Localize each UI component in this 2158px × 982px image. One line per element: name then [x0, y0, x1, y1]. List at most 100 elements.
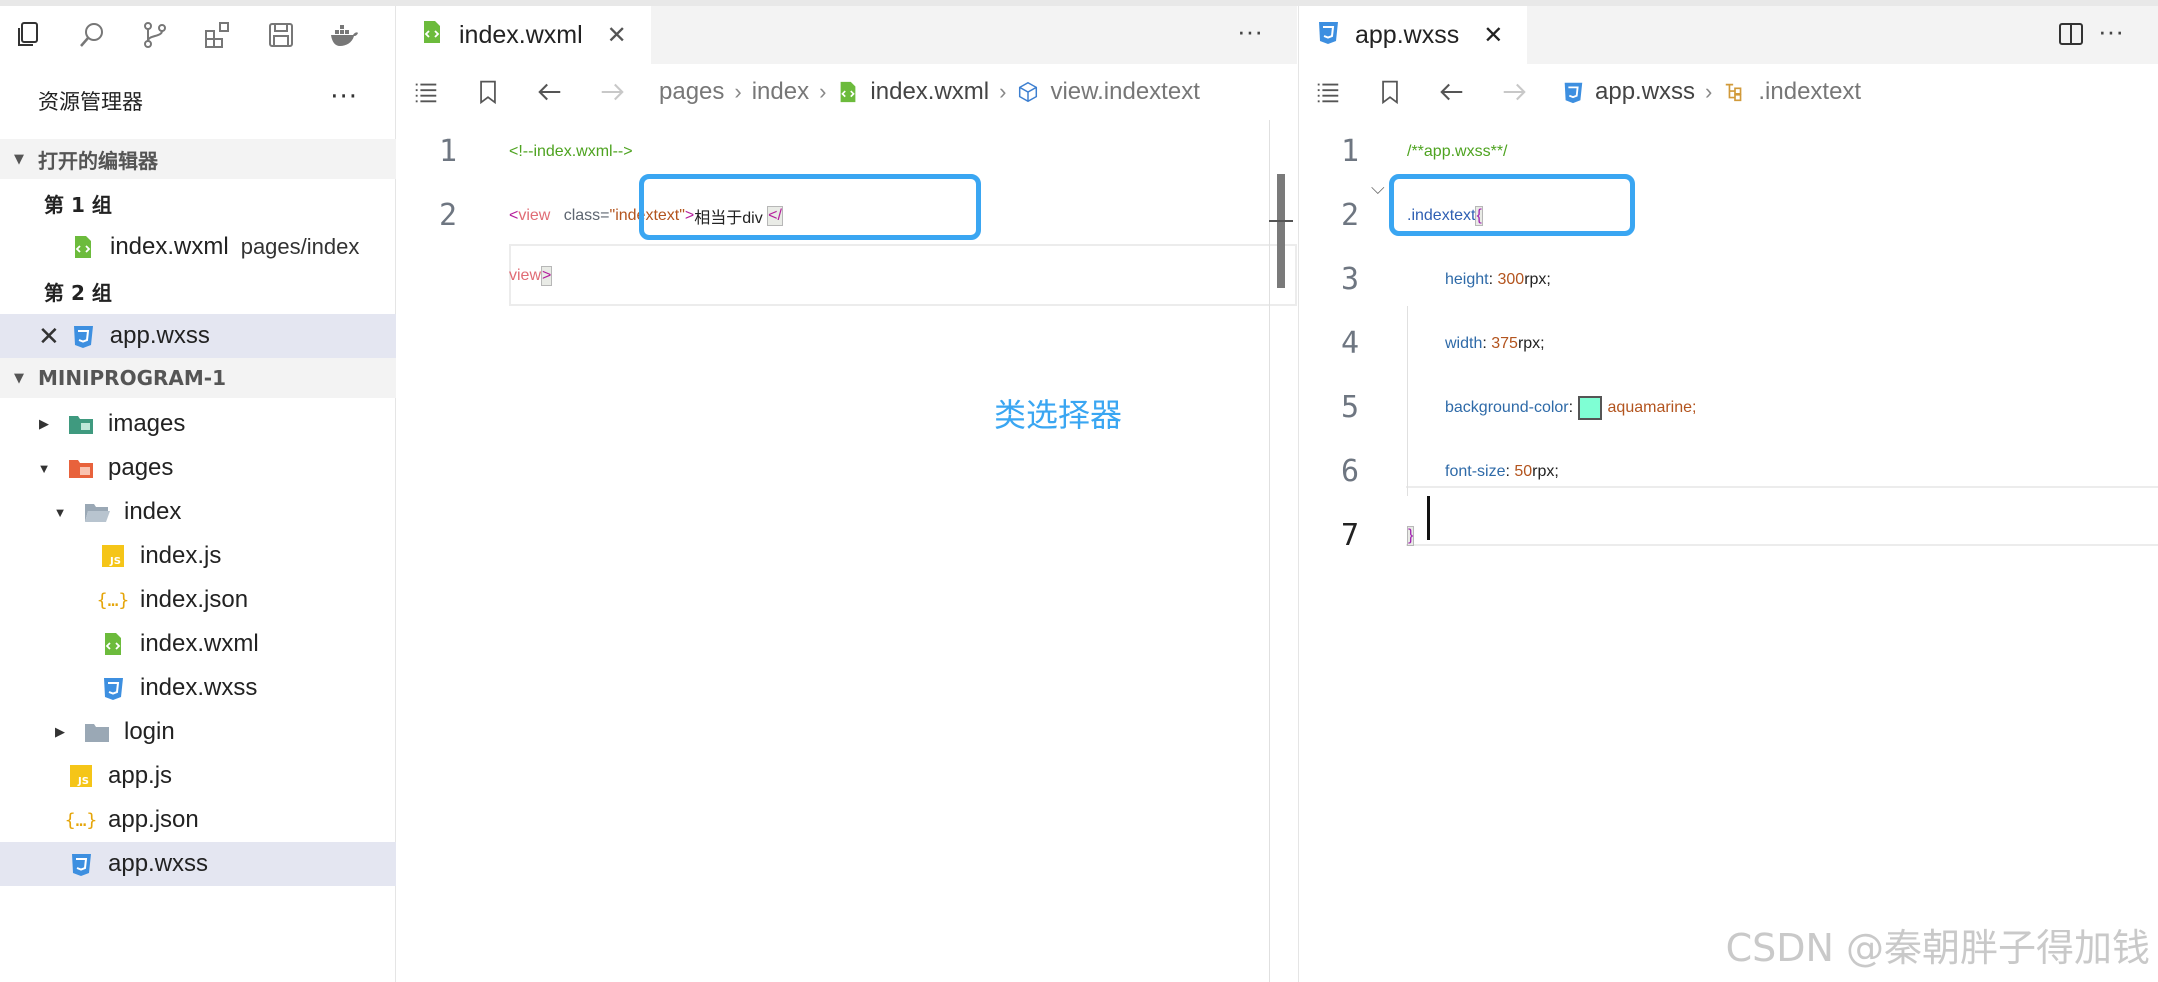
overview-ruler-mark [1269, 220, 1293, 222]
editor-divider [1269, 120, 1270, 982]
breadcrumb: pages › index › index.wxml › view.indext… [397, 64, 1297, 120]
json-file-icon: {…} [64, 809, 98, 831]
tree-item-label: images [108, 410, 186, 437]
arrow-right-icon[interactable] [597, 77, 627, 107]
outline-icon[interactable] [411, 77, 441, 107]
code-token: width [1445, 335, 1483, 352]
tree-item-app-json[interactable]: {…} app.json [0, 798, 396, 842]
split-editor-icon[interactable] [2058, 22, 2084, 46]
tree-item-label: index.wxml [140, 630, 259, 657]
code-line-4[interactable]: width: 375 rpx; [1445, 312, 1545, 376]
project-section[interactable]: ▼ MINIPROGRAM-1 [0, 358, 396, 398]
code-token: : [1488, 271, 1498, 288]
code-line-7[interactable]: } [1407, 504, 1415, 568]
tree-item-login[interactable]: ▶ login [0, 710, 396, 754]
source-control-icon[interactable] [140, 20, 170, 50]
breadcrumb-item[interactable]: .indextext [1758, 78, 1861, 106]
code-comment: /**app.wxss**/ [1407, 143, 1508, 160]
folder-open-icon [84, 499, 110, 525]
code-line-2-wrap[interactable]: view > [509, 244, 553, 308]
tab-app-wxss[interactable]: app.wxss ✕ [1299, 6, 1528, 64]
tree-item-app-wxss[interactable]: app.wxss [0, 842, 396, 886]
search-icon[interactable] [77, 20, 107, 50]
code-token: 375 [1491, 335, 1518, 352]
image-folder-icon [68, 411, 94, 437]
chevron-down-icon: ▼ [14, 151, 24, 167]
close-icon[interactable]: ✕ [1483, 21, 1503, 50]
group2-label: 第 2 组 [44, 280, 112, 305]
code-token: : [1482, 335, 1492, 352]
code-line-1[interactable]: <!--index.wxml--> [509, 120, 633, 184]
tree-item-label: index [124, 498, 182, 525]
js-file-icon: JS [100, 543, 126, 569]
wxml-file-icon [419, 19, 445, 52]
code-token: class= [563, 207, 610, 224]
color-swatch[interactable] [1577, 396, 1602, 420]
save-icon[interactable] [266, 20, 296, 50]
line-number: 7 [1340, 518, 1359, 553]
tree-item-label: app.wxss [108, 850, 209, 877]
line-number: 6 [1340, 454, 1359, 489]
tree-item-label: index.js [140, 542, 222, 569]
tree-item-index-js[interactable]: JS index.js [0, 534, 396, 578]
tree-item-index-folder[interactable]: ▼ index [0, 490, 396, 534]
bookmark-icon[interactable] [1375, 77, 1405, 107]
arrow-right-icon[interactable] [1499, 77, 1529, 107]
code-token: rpx; [1517, 335, 1545, 352]
tree-item-app-js[interactable]: JS app.js [0, 754, 396, 798]
chevron-down-icon[interactable]: ⌵ [1371, 178, 1385, 199]
wxss-file-icon [70, 323, 96, 349]
editor-more-button[interactable]: ··· [2098, 16, 2124, 47]
js-file-icon: JS [68, 763, 94, 789]
breadcrumb-item[interactable]: pages [659, 78, 724, 106]
bookmark-icon[interactable] [473, 77, 503, 107]
indent-guide [1407, 306, 1408, 496]
wxml-file-icon [836, 80, 860, 104]
wxss-file-icon [100, 675, 126, 701]
tree-item-images[interactable]: ▶ images [0, 402, 396, 446]
open-editor-index-wxml[interactable]: index.wxml pages/index [0, 225, 396, 269]
breadcrumb-item[interactable]: app.wxss [1595, 78, 1695, 106]
docker-icon[interactable] [329, 20, 359, 50]
editor-more-button[interactable]: ··· [1237, 16, 1263, 47]
scrollbar-thumb[interactable] [1277, 174, 1285, 288]
wxml-file-icon [100, 631, 126, 657]
wxss-file-icon [1561, 80, 1585, 104]
close-icon[interactable]: ✕ [38, 321, 60, 352]
tab-index-wxml[interactable]: index.wxml ✕ [397, 6, 651, 64]
watermark: CSDN @秦朝胖子得加钱 [1725, 926, 2150, 970]
code-token: background-color [1445, 399, 1569, 416]
line-number: 1 [438, 134, 457, 169]
tree-item-index-json[interactable]: {…} index.json [0, 578, 396, 622]
tab-bar: app.wxss ✕ ··· [1299, 6, 2158, 64]
explorer-more-button[interactable]: ··· [330, 82, 358, 112]
code-line-6[interactable]: font-size: 50 rpx; [1445, 440, 1559, 504]
open-editor-app-wxss[interactable]: ✕ app.wxss [0, 314, 396, 358]
tree-item-pages[interactable]: ▼ pages [0, 446, 396, 490]
project-title: MINIPROGRAM-1 [38, 366, 226, 390]
code-token: : [1568, 399, 1578, 416]
breadcrumb-item[interactable]: view.indextext [1050, 78, 1199, 106]
tree-item-index-wxss[interactable]: index.wxss [0, 666, 396, 710]
extensions-icon[interactable] [203, 20, 233, 50]
wxml-file-icon [70, 234, 96, 260]
arrow-left-icon[interactable] [1437, 77, 1467, 107]
code-line-3[interactable]: height: 300 rpx; [1445, 248, 1551, 312]
code-line-5[interactable]: background-color: aquamarine; [1445, 376, 1696, 440]
chevron-down-icon: ▼ [53, 504, 67, 520]
highlight-box-selector [1389, 174, 1635, 236]
breadcrumb-item[interactable]: index.wxml [870, 78, 989, 106]
close-icon[interactable]: ✕ [607, 21, 627, 50]
json-file-icon: {…} [96, 589, 130, 611]
cube-icon [1016, 80, 1040, 104]
tab-label: index.wxml [459, 20, 583, 49]
explorer-icon[interactable] [14, 20, 44, 50]
open-editors-section[interactable]: ▼ 打开的编辑器 [0, 139, 396, 179]
sidebar: 资源管理器 ··· ▼ 打开的编辑器 第 1 组 index.wxml page… [0, 6, 396, 982]
tree-item-index-wxml[interactable]: index.wxml [0, 622, 396, 666]
breadcrumb-item[interactable]: index [752, 78, 809, 106]
outline-icon[interactable] [1313, 77, 1343, 107]
tree-item-label: app.js [108, 762, 173, 789]
line-number: 4 [1340, 326, 1359, 361]
arrow-left-icon[interactable] [535, 77, 565, 107]
